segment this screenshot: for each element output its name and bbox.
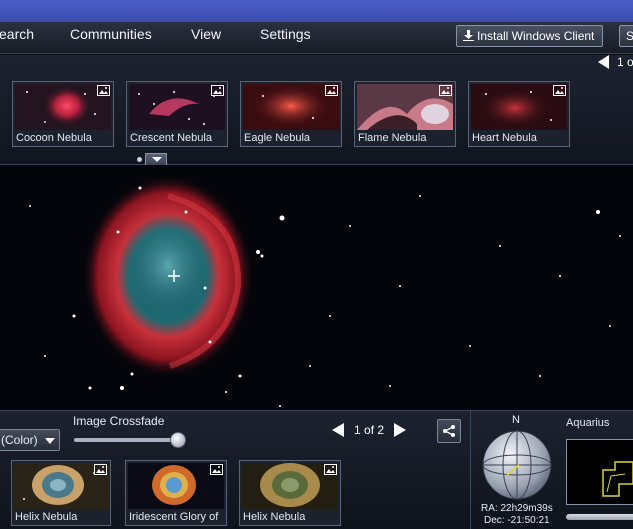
download-icon bbox=[463, 30, 474, 41]
compass-north-label: N bbox=[512, 414, 520, 426]
collapse-panel-toggle[interactable] bbox=[145, 153, 167, 165]
menu-settings[interactable]: Settings bbox=[260, 22, 311, 54]
color-select[interactable]: (Color) bbox=[0, 429, 60, 451]
next-page-icon[interactable] bbox=[394, 423, 407, 437]
thumbnail-label: Crescent Nebula bbox=[130, 132, 212, 144]
mini-map-scrollbar[interactable] bbox=[566, 514, 633, 520]
crossfade-slider-fill bbox=[74, 438, 178, 442]
thumbnail-cocoon-nebula[interactable]: Cocoon Nebula bbox=[12, 81, 114, 147]
thumbnail-flame-nebula[interactable]: Flame Nebula bbox=[354, 81, 456, 147]
previous-page-icon[interactable] bbox=[598, 55, 609, 69]
pager-total: 2 bbox=[377, 423, 385, 437]
image-icon bbox=[325, 85, 338, 96]
thumbnail-label: Heart Nebula bbox=[472, 132, 537, 144]
constellation-outline bbox=[602, 461, 633, 497]
thumbnail-label: Helix Nebula bbox=[15, 511, 78, 523]
menu-communities[interactable]: Communities bbox=[70, 22, 152, 54]
declination: Dec: -21:50:21 bbox=[484, 515, 550, 526]
thumbnail-crescent-nebula[interactable]: Crescent Nebula bbox=[126, 81, 228, 147]
thumbnail-label: Helix Nebula bbox=[243, 511, 306, 523]
top-thumbnail-strip: 1 o Cocoon Nebula Crescent Nebula Eagle … bbox=[0, 55, 633, 165]
right-ascension: RA: 22h29m39s bbox=[481, 503, 553, 514]
image-icon bbox=[97, 85, 110, 96]
share-icon bbox=[443, 425, 455, 437]
helix-nebula-image bbox=[29, 174, 621, 407]
pager-current: 1 bbox=[354, 423, 361, 437]
thumbnail-label: Iridescent Glory of bbox=[129, 511, 219, 523]
image-icon bbox=[553, 85, 566, 96]
thumbnail-helix-nebula[interactable]: Helix Nebula bbox=[11, 460, 111, 526]
thumbnail-helix-nebula-2[interactable]: Helix Nebula bbox=[239, 460, 341, 526]
menu-search[interactable]: earch bbox=[0, 22, 34, 54]
image-icon bbox=[211, 85, 224, 96]
thumbnail-label: Cocoon Nebula bbox=[16, 132, 92, 144]
crossfade-slider[interactable] bbox=[74, 432, 186, 448]
previous-page-icon[interactable] bbox=[332, 423, 344, 437]
thumbnail-heart-nebula[interactable]: Heart Nebula bbox=[468, 81, 570, 147]
pager-of: of bbox=[364, 423, 375, 437]
globe-icon[interactable] bbox=[481, 429, 553, 501]
title-bar bbox=[0, 0, 633, 22]
crossfade-slider-handle[interactable] bbox=[170, 432, 186, 448]
indicator-dot bbox=[137, 157, 142, 162]
thumbnail-iridescent-glory[interactable]: Iridescent Glory of bbox=[125, 460, 227, 526]
image-icon bbox=[210, 464, 223, 475]
thumbnail-eagle-nebula[interactable]: Eagle Nebula bbox=[240, 81, 342, 147]
install-button-label: Install Windows Client bbox=[477, 29, 595, 43]
thumbnail-label: Flame Nebula bbox=[358, 132, 427, 144]
sign-in-button[interactable]: S bbox=[619, 25, 633, 47]
install-windows-client-button[interactable]: Install Windows Client bbox=[456, 25, 603, 47]
color-select-value: (Color) bbox=[1, 433, 38, 447]
bottom-pager: 1 of 2 bbox=[332, 423, 407, 441]
bottom-panel: (Color) Image Crossfade 1 of 2 Helix Neb… bbox=[0, 410, 633, 529]
top-pager-text: 1 o bbox=[617, 55, 633, 69]
menu-view[interactable]: View bbox=[191, 22, 221, 54]
top-pager: 1 o bbox=[598, 55, 633, 73]
panel-divider bbox=[470, 411, 471, 529]
share-button[interactable] bbox=[437, 419, 461, 443]
chevron-down-icon bbox=[45, 438, 55, 444]
sky-view[interactable] bbox=[0, 166, 633, 410]
image-icon bbox=[94, 464, 107, 475]
image-icon bbox=[439, 85, 452, 96]
image-icon bbox=[324, 464, 337, 475]
thumbnail-label: Eagle Nebula bbox=[244, 132, 311, 144]
crossfade-label: Image Crossfade bbox=[73, 414, 165, 428]
constellation-name: Aquarius bbox=[566, 417, 610, 429]
constellation-mini-map[interactable] bbox=[566, 439, 633, 505]
